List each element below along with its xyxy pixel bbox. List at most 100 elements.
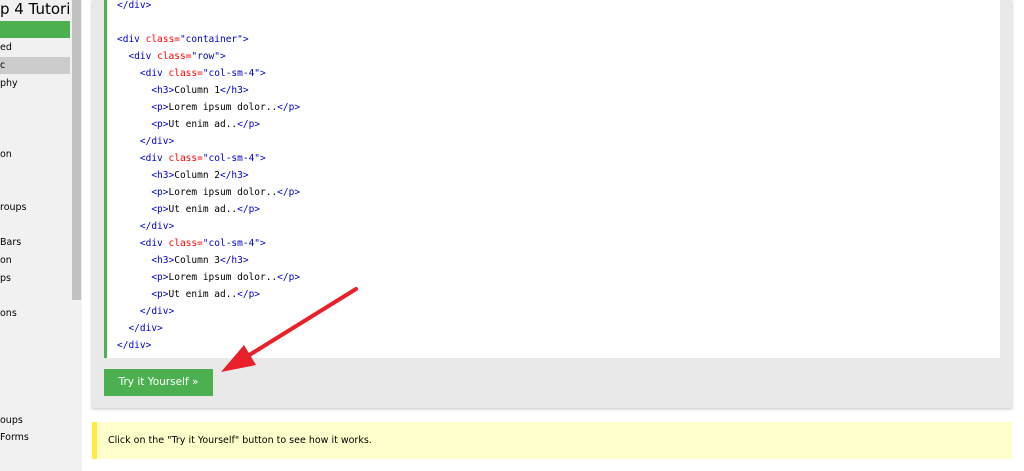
code-token: </h3> <box>219 255 249 266</box>
code-line: <p>Lorem ipsum dolor..</p> <box>117 102 300 113</box>
code-token: "col-sm-4" <box>202 153 261 164</box>
code-token: </h3> <box>219 170 249 181</box>
code-line: <div class="row"> <box>117 51 226 62</box>
code-token: "col-sm-4" <box>202 68 261 79</box>
code-line: <p>Ut enim ad..</p> <box>117 289 260 300</box>
sidebar-item[interactable]: phy <box>0 78 18 90</box>
code-token: <p> <box>151 272 169 283</box>
sidebar-item[interactable]: on <box>0 255 12 267</box>
sidebar-active-item[interactable] <box>0 21 70 38</box>
code-token: </p> <box>237 289 261 300</box>
code-line: <p>Ut enim ad..</p> <box>117 204 260 215</box>
code-token: Ut enim ad.. <box>168 289 238 300</box>
code-token: <h3> <box>151 255 175 266</box>
code-token: <div <box>139 153 169 164</box>
code-token: </div> <box>117 0 152 11</box>
code-token: <p> <box>151 289 169 300</box>
code-line: <h3>Column 3</h3> <box>117 255 249 266</box>
code-token: > <box>260 238 266 249</box>
code-token: <p> <box>151 187 169 198</box>
code-token: </div> <box>139 221 175 232</box>
code-line: <div class="col-sm-4"> <box>117 238 266 249</box>
code-line: <div class="col-sm-4"> <box>117 153 266 164</box>
code-line: <div class="col-sm-4"> <box>117 68 266 79</box>
code-token: Lorem ipsum dolor.. <box>168 102 278 113</box>
sidebar-item[interactable]: ps <box>0 273 11 285</box>
code-token: > <box>260 68 266 79</box>
code-token: Column 2 <box>174 170 220 181</box>
code-token: </p> <box>277 272 301 283</box>
code-token: <p> <box>151 119 169 130</box>
code-line: </div> <box>117 136 174 147</box>
code-token: "row" <box>191 51 220 62</box>
try-it-yourself-button[interactable]: Try it Yourself » <box>104 369 213 396</box>
code-line: <p>Lorem ipsum dolor..</p> <box>117 272 300 283</box>
code-token: Ut enim ad.. <box>168 119 238 130</box>
code-token: Lorem ipsum dolor.. <box>168 187 278 198</box>
sidebar-scrollbar-thumb[interactable] <box>72 0 81 300</box>
sidebar-item[interactable]: oups <box>0 415 23 427</box>
code-token: </p> <box>277 102 301 113</box>
code-token: <div <box>139 238 169 249</box>
code-token: class= <box>157 51 192 62</box>
code-line: </div> <box>117 306 174 317</box>
code-line: </div> <box>117 340 151 351</box>
sidebar-item[interactable]: ed <box>0 42 12 54</box>
code-line: <div class="container"> <box>117 34 249 45</box>
code-line: </div> <box>117 323 163 334</box>
code-token: </h3> <box>219 85 249 96</box>
sidebar-current-item[interactable] <box>0 57 70 74</box>
code-line: <p>Ut enim ad..</p> <box>117 119 260 130</box>
code-token: <h3> <box>151 85 175 96</box>
sidebar-item[interactable]: ons <box>0 308 17 320</box>
code-token: </div> <box>117 340 152 351</box>
sidebar-item[interactable]: Bars <box>0 237 21 249</box>
code-token: </div> <box>128 323 163 334</box>
code-line: </div> <box>117 0 151 11</box>
code-token: Column 1 <box>174 85 220 96</box>
code-token: > <box>220 51 226 62</box>
code-token: <h3> <box>151 170 175 181</box>
code-token: </div> <box>139 306 175 317</box>
code-token: </p> <box>237 204 261 215</box>
code-token: class= <box>168 153 203 164</box>
code-token: "col-sm-4" <box>202 238 261 249</box>
sidebar-item[interactable]: roups <box>0 202 27 214</box>
code-token: <p> <box>151 102 169 113</box>
code-line: <h3>Column 1</h3> <box>117 85 249 96</box>
code-listing: </div> <div class="container"> <div clas… <box>117 0 300 354</box>
sidebar-item[interactable]: Forms <box>0 432 29 444</box>
code-token: Lorem ipsum dolor.. <box>168 272 278 283</box>
sidebar-item[interactable]: on <box>0 149 12 161</box>
code-token: </div> <box>139 136 175 147</box>
code-token: </p> <box>237 119 261 130</box>
code-token: <div <box>128 51 158 62</box>
code-token: <div <box>117 34 146 45</box>
code-token: <div <box>139 68 169 79</box>
code-token: class= <box>168 238 203 249</box>
code-token: </p> <box>277 187 301 198</box>
code-token: "container" <box>179 34 243 45</box>
code-token: class= <box>145 34 180 45</box>
sidebar-title: p 4 Tutorial <box>0 0 70 18</box>
sidebar: p 4 Tutorial ed c phy on roups Bars on p… <box>0 0 70 471</box>
sidebar-item[interactable]: c <box>0 60 5 72</box>
code-token: > <box>242 34 249 45</box>
code-token: Column 3 <box>174 255 220 266</box>
